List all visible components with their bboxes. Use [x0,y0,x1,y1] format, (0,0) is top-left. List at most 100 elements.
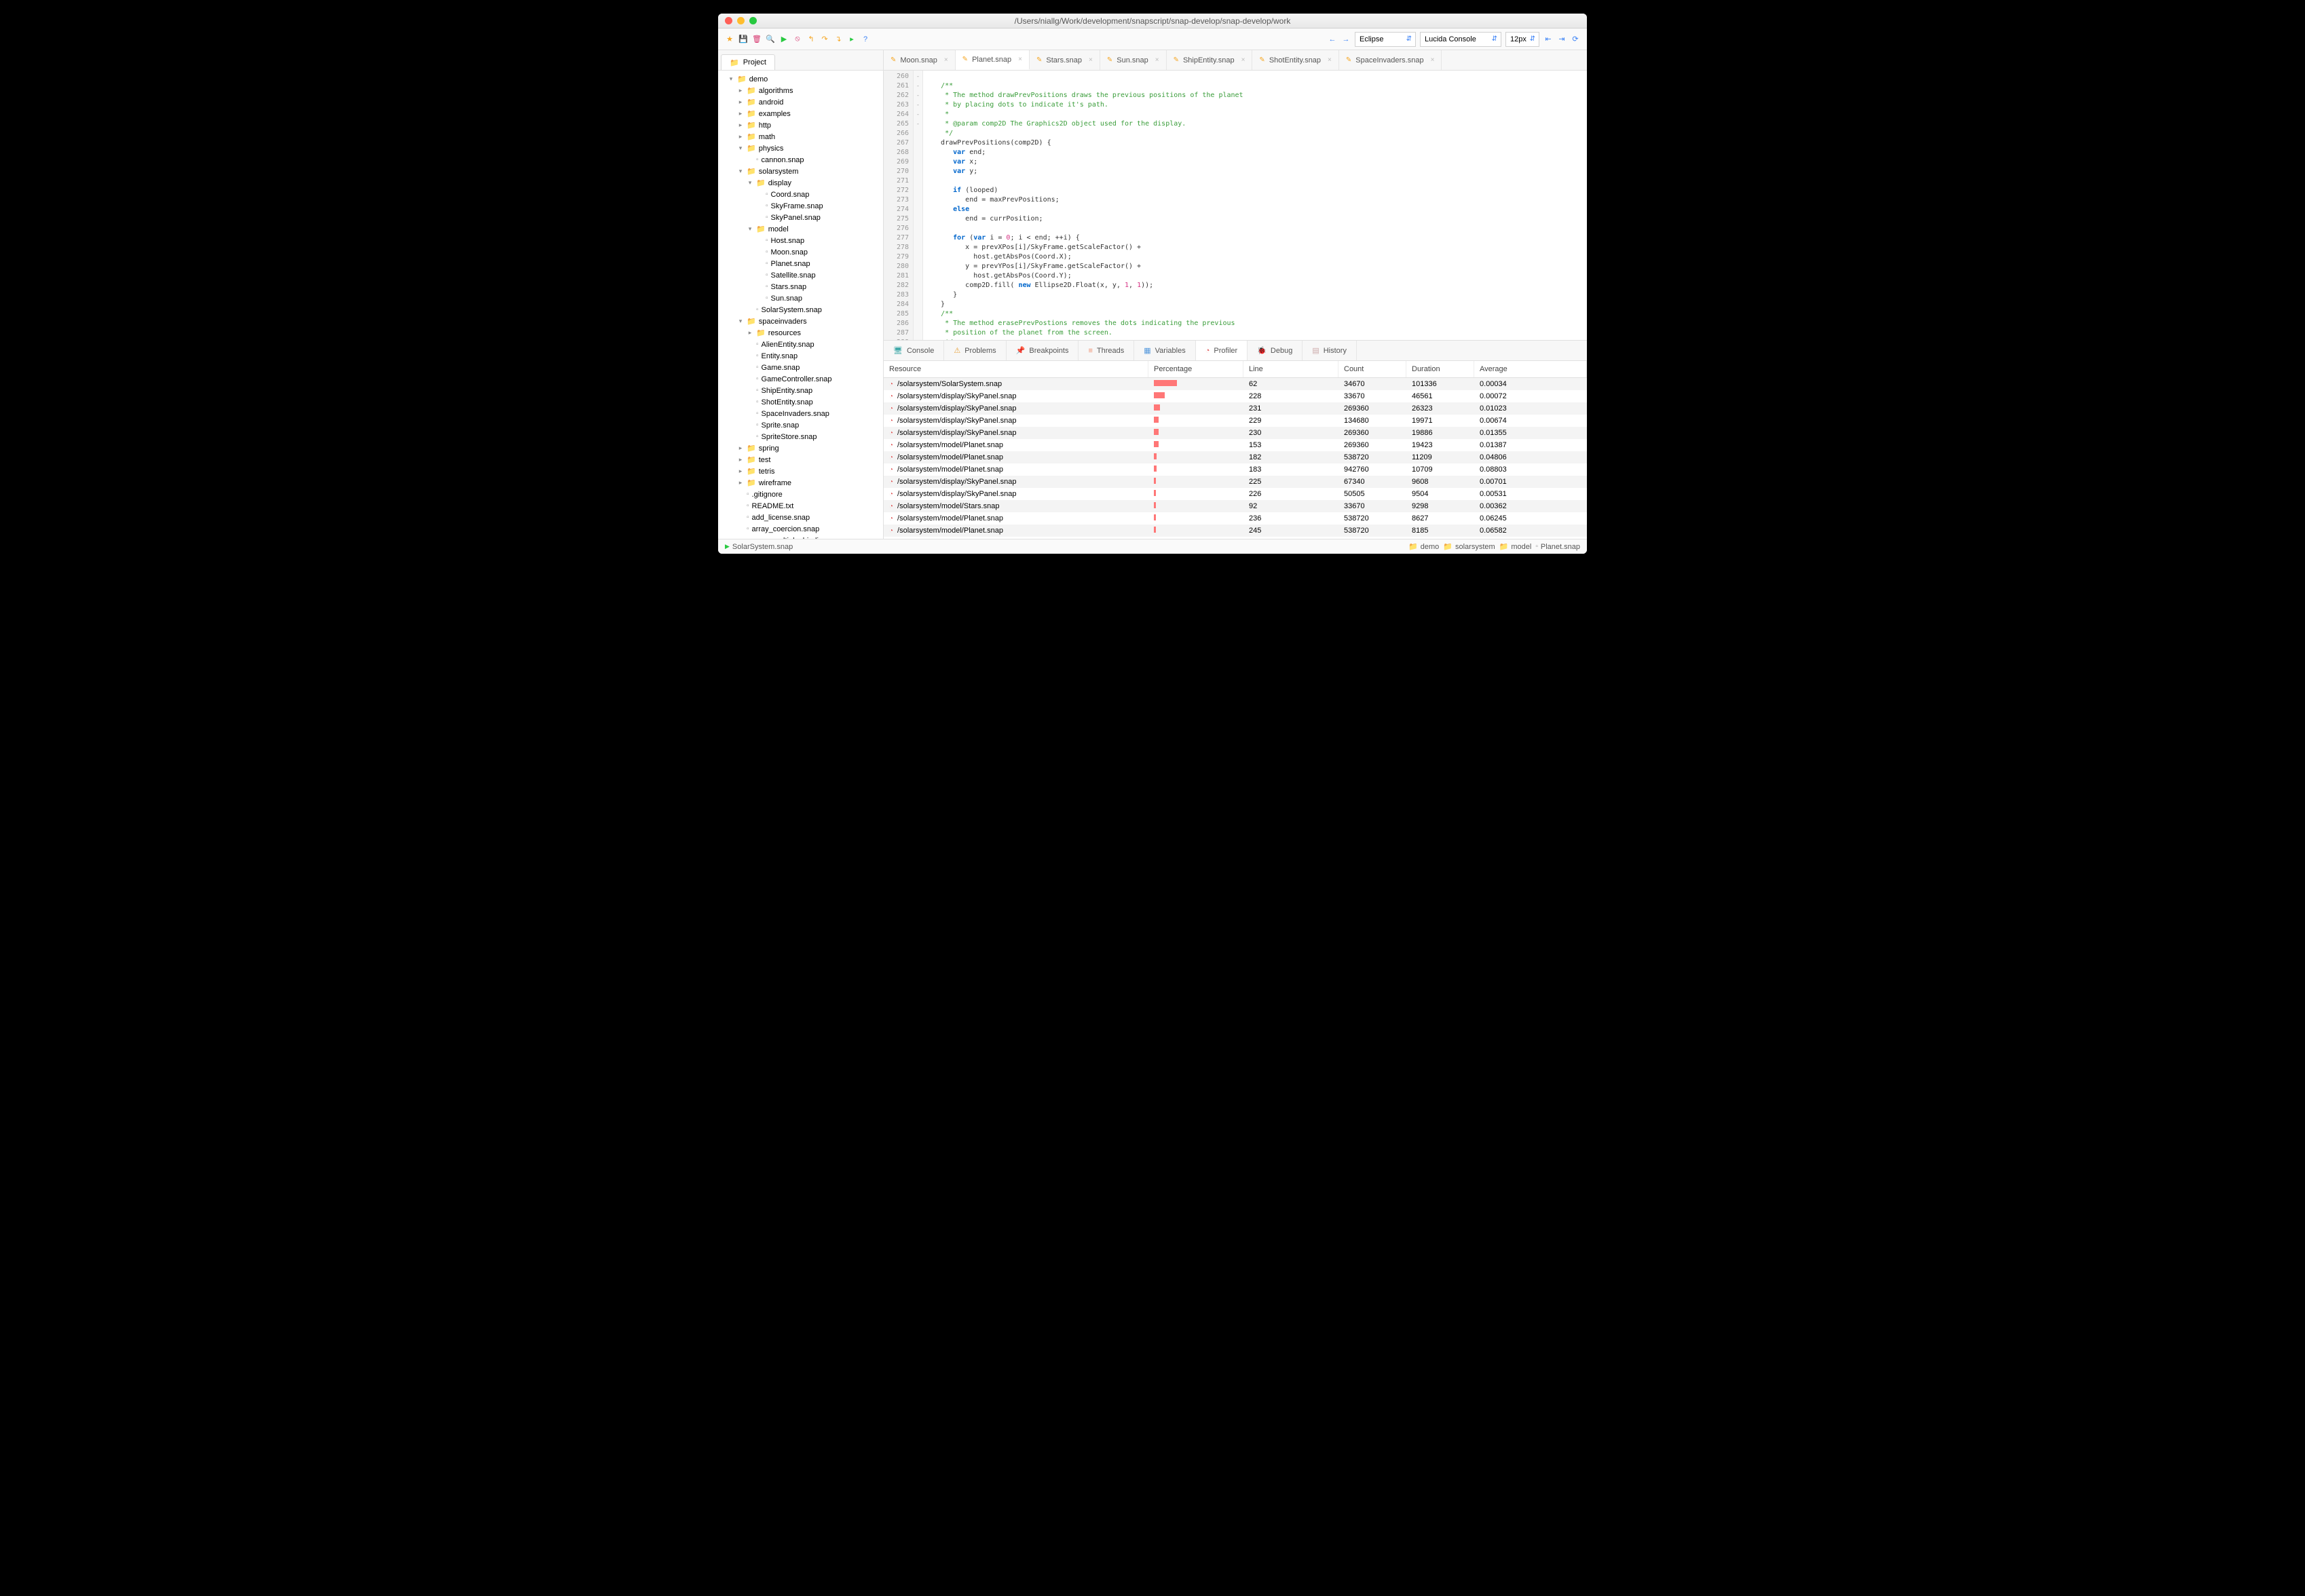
fold-gutter[interactable]: - - - - - - [914,71,923,340]
project-tree[interactable]: ▾📁demo▸📁algorithms▸📁android▸📁examples▸📁h… [718,71,883,539]
fontsize-select[interactable]: 12px⇵ [1505,32,1539,47]
tree-file[interactable]: ▫add_license.snap [718,512,883,523]
tree-file[interactable]: ▫.gitignore [718,489,883,500]
tree-folder[interactable]: ▸📁algorithms [718,85,883,96]
column-header[interactable]: Percentage [1148,361,1243,377]
close-tab-icon[interactable]: × [1241,56,1245,64]
twisty-icon[interactable]: ▸ [737,98,744,106]
editor-tab[interactable]: ✎Moon.snap× [884,50,956,70]
step-over-icon[interactable]: ↷ [820,35,829,44]
font-select[interactable]: Lucida Console⇵ [1420,32,1501,47]
editor-tab[interactable]: ✎Sun.snap× [1100,50,1167,70]
profiler-row[interactable]: ◔/solarsystem/model/Planet.snap153269360… [884,439,1587,451]
twisty-icon[interactable]: ▸ [737,110,744,117]
tree-file[interactable]: ▫Entity.snap [718,350,883,362]
twisty-icon[interactable]: ▸ [737,121,744,129]
breadcrumb-segment[interactable]: 📁solarsystem [1443,542,1495,551]
step-return-icon[interactable]: ↰ [806,35,816,44]
profiler-row[interactable]: ◔/solarsystem/model/Planet.snap182538720… [884,451,1587,463]
delete-icon[interactable]: 🗑 [752,35,762,44]
grid-header[interactable]: ResourcePercentageLineCountDurationAvera… [884,361,1587,378]
tree-folder[interactable]: ▾📁model [718,223,883,235]
tree-file[interactable]: ▫Coord.snap [718,189,883,200]
tree-file[interactable]: ▫cannon.snap [718,154,883,166]
tree-folder[interactable]: ▸📁tetris [718,466,883,477]
code-content[interactable]: /** * The method drawPrevPositions draws… [923,71,1587,340]
tree-folder[interactable]: ▾📁display [718,177,883,189]
tree-file[interactable]: ▫SkyPanel.snap [718,212,883,223]
tree-file[interactable]: ▫SolarSystem.snap [718,304,883,316]
profiler-row[interactable]: ◔/solarsystem/display/SkyPanel.snap22650… [884,488,1587,500]
tree-file[interactable]: ▫Sun.snap [718,292,883,304]
twisty-icon[interactable]: ▾ [737,168,744,175]
editor-tab[interactable]: ✎SpaceInvaders.snap× [1339,50,1442,70]
save-icon[interactable]: 💾 [738,35,748,44]
run-icon[interactable]: ▶ [779,35,789,44]
refresh-icon[interactable]: ⟳ [1571,35,1580,44]
tree-folder[interactable]: ▸📁wireframe [718,477,883,489]
twisty-icon[interactable]: ▾ [737,145,744,152]
tree-folder[interactable]: ▾📁demo [718,73,883,85]
search-icon[interactable]: 🔍 [766,35,775,44]
tree-folder[interactable]: ▸📁android [718,96,883,108]
twisty-icon[interactable]: ▸ [737,87,744,94]
breadcrumb-segment[interactable]: 📁model [1499,542,1532,551]
profiler-row[interactable]: ◔/solarsystem/display/SkyPanel.snap22913… [884,415,1587,427]
tree-file[interactable]: ▫Host.snap [718,235,883,246]
profiler-row[interactable]: ◔/solarsystem/model/Planet.snap183942760… [884,463,1587,476]
tree-folder[interactable]: ▸📁spring [718,442,883,454]
column-header[interactable]: Duration [1406,361,1474,377]
tree-folder[interactable]: ▸📁http [718,119,883,131]
twisty-icon[interactable]: ▾ [747,179,753,187]
column-header[interactable]: Line [1243,361,1338,377]
tree-file[interactable]: ▫README.txt [718,500,883,512]
tree-file[interactable]: ▫Stars.snap [718,281,883,292]
twisty-icon[interactable]: ▸ [737,444,744,452]
panel-tab-breakpoints[interactable]: 📌Breakpoints [1007,341,1079,360]
breadcrumb-segment[interactable]: ▫Planet.snap [1535,543,1580,551]
close-tab-icon[interactable]: × [1328,56,1332,64]
profiler-row[interactable]: ◔/solarsystem/display/SkyPanel.snap23126… [884,402,1587,415]
tree-file[interactable]: ▫ShotEntity.snap [718,396,883,408]
tree-file[interactable]: ▫Game.snap [718,362,883,373]
column-header[interactable]: Average [1474,361,1587,377]
profiler-grid[interactable]: ResourcePercentageLineCountDurationAvera… [884,361,1587,539]
tree-file[interactable]: ▫Moon.snap [718,246,883,258]
tree-folder[interactable]: ▸📁test [718,454,883,466]
tree-file[interactable]: ▫ShipEntity.snap [718,385,883,396]
tree-file[interactable]: ▫SpriteStore.snap [718,431,883,442]
twisty-icon[interactable]: ▸ [737,479,744,487]
twisty-icon[interactable]: ▸ [737,133,744,140]
editor-tab[interactable]: ✎ShipEntity.snap× [1167,50,1253,70]
close-tab-icon[interactable]: × [1089,56,1093,64]
panel-tab-threads[interactable]: ≡Threads [1079,341,1134,360]
tree-file[interactable]: ▫array_coercion.snap [718,523,883,535]
tree-folder[interactable]: ▾📁physics [718,142,883,154]
resume-icon[interactable]: ▸ [847,35,857,44]
tree-file[interactable]: ▫SpaceInvaders.snap [718,408,883,419]
editor-tab[interactable]: ✎Stars.snap× [1030,50,1100,70]
tree-folder[interactable]: ▸📁resources [718,327,883,339]
panel-tab-console[interactable]: 🖥Console [884,341,944,360]
tree-file[interactable]: ▫SkyFrame.snap [718,200,883,212]
twisty-icon[interactable]: ▾ [747,225,753,233]
column-header[interactable]: Count [1338,361,1406,377]
breadcrumb-segment[interactable]: 📁demo [1408,542,1439,551]
star-icon[interactable]: ★ [725,35,734,44]
layout-right-icon[interactable]: ⇥ [1557,35,1567,44]
profiler-row[interactable]: ◔/solarsystem/SolarSystem.snap6234670101… [884,378,1587,390]
close-tab-icon[interactable]: × [944,56,948,64]
tree-file[interactable]: ▫array_multiple_binding.snap [718,535,883,539]
close-tab-icon[interactable]: × [1018,56,1022,63]
tree-file[interactable]: ▫Planet.snap [718,258,883,269]
tree-file[interactable]: ▫Satellite.snap [718,269,883,281]
step-into-icon[interactable]: ↴ [833,35,843,44]
profiler-row[interactable]: ◔/solarsystem/model/Planet.snap236538720… [884,512,1587,525]
tree-file[interactable]: ▫GameController.snap [718,373,883,385]
close-tab-icon[interactable]: × [1431,56,1435,64]
profiler-row[interactable]: ◔/solarsystem/display/SkyPanel.snap22567… [884,476,1587,488]
nav-forward-icon[interactable]: → [1341,35,1351,44]
nav-back-icon[interactable]: ← [1328,35,1337,44]
profiler-row[interactable]: ◔/solarsystem/model/Planet.snap245538720… [884,525,1587,537]
profiler-row[interactable]: ◔/solarsystem/display/SkyPanel.snap22833… [884,390,1587,402]
